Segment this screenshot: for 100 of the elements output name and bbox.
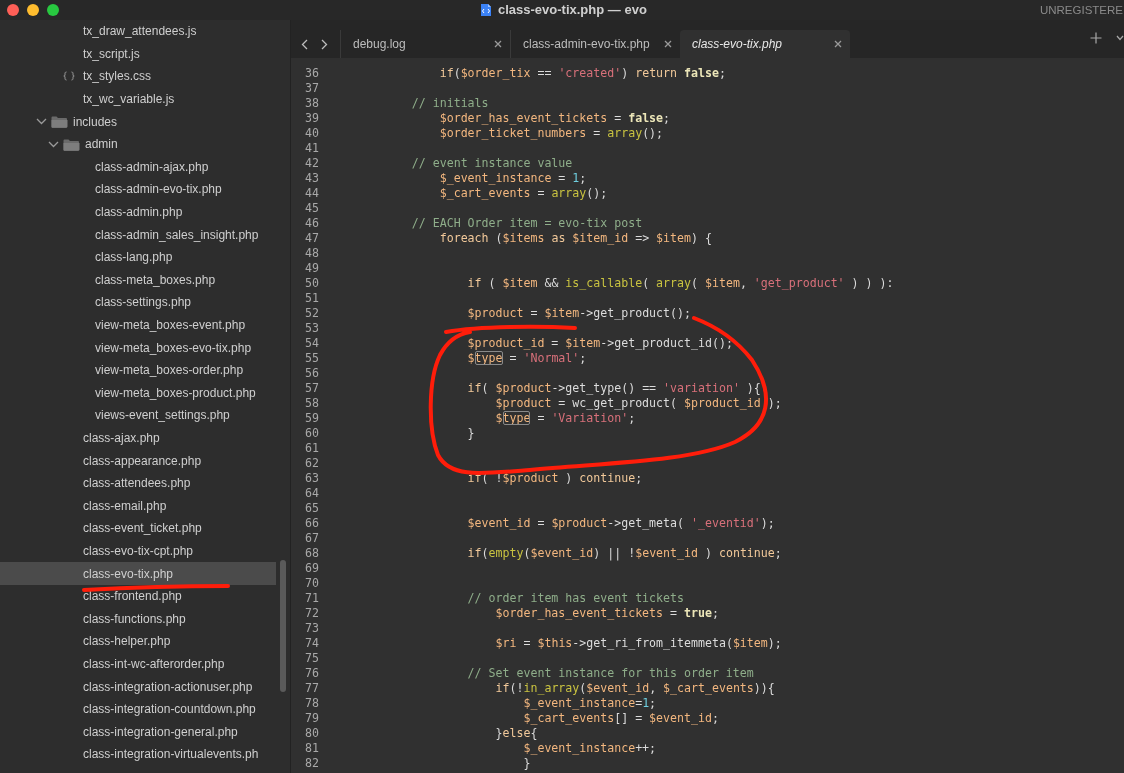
minimize-button[interactable]: [27, 4, 39, 16]
line-number: 67: [304, 531, 319, 546]
file-item[interactable]: views-event_settings.php: [0, 404, 276, 427]
scrollbar-thumb[interactable]: [280, 560, 286, 692]
code-line: $_event_instance=1;: [319, 696, 657, 711]
code-line: $_cart_events = array();: [319, 186, 608, 201]
file-item[interactable]: class-admin-ajax.php: [0, 155, 276, 179]
file-item[interactable]: class-evo-tix.php: [0, 562, 276, 585]
file-item[interactable]: view-meta_boxes-event.php: [0, 313, 276, 337]
code-line: // initials: [319, 96, 489, 111]
line-number: 50: [304, 276, 319, 291]
line-number: 79: [304, 711, 319, 726]
zoom-button[interactable]: [47, 4, 59, 16]
file-item[interactable]: tx_styles.css: [0, 65, 276, 88]
code-line: $product = wc_get_product( $product_id );: [319, 396, 782, 411]
chevron-icon[interactable]: [36, 118, 47, 126]
line-number: 77: [304, 681, 319, 696]
line-number: 60: [304, 426, 319, 441]
file-item[interactable]: tx_wc_variable.js: [0, 87, 276, 111]
line-number: 40: [304, 126, 319, 141]
line-number: 63: [304, 471, 319, 486]
file-item[interactable]: class-admin-evo-tix.php: [0, 178, 276, 201]
line-number: 68: [304, 546, 319, 561]
line-number: 42: [304, 156, 319, 171]
line-number: 73: [304, 621, 319, 636]
close-icon: [494, 40, 502, 48]
braces-icon: [63, 71, 75, 82]
folder-icon: [51, 115, 68, 129]
line-number: 80: [304, 726, 319, 741]
code-line: }else{: [319, 726, 538, 741]
code-line: $ri = $this->get_ri_from_itemmeta($item);: [319, 636, 782, 651]
line-number: 62: [304, 456, 319, 471]
line-number: 43: [304, 171, 319, 186]
line-number: 55: [304, 351, 319, 366]
code-line: foreach ($items as $item_id => $item) {: [319, 231, 712, 246]
line-number: 61: [304, 441, 319, 456]
file-item[interactable]: class-ajax.php: [0, 426, 276, 450]
code-line: // event instance value: [319, 156, 573, 171]
folder-item[interactable]: admin: [0, 132, 276, 156]
file-item[interactable]: class-event_ticket.php: [0, 517, 276, 540]
line-number: 72: [304, 606, 319, 621]
file-item[interactable]: class-admin_sales_insight.php: [0, 223, 276, 246]
file-item[interactable]: class-helper.php: [0, 630, 276, 653]
file-item[interactable]: view-meta_boxes-order.php: [0, 358, 276, 382]
close-tab-button[interactable]: [834, 40, 842, 48]
line-number: 48: [304, 246, 319, 261]
file-item[interactable]: view-meta_boxes-product.php: [0, 381, 276, 405]
chevron-icon[interactable]: [1116, 35, 1124, 41]
file-item[interactable]: class-appearance.php: [0, 449, 276, 472]
code-line: // order item has event tickets: [319, 591, 684, 606]
forward-button[interactable]: [321, 38, 328, 50]
editor-tab[interactable]: class-evo-tix.php: [680, 30, 850, 58]
file-item[interactable]: class-integration-countdown.php: [0, 697, 276, 721]
line-number: 78: [304, 696, 319, 711]
line-number: 37: [304, 81, 319, 96]
plus-icon[interactable]: [1090, 32, 1102, 44]
line-number: 58: [304, 396, 319, 411]
file-item[interactable]: class-integration-general.php: [0, 720, 276, 743]
close-tab-button[interactable]: [664, 40, 672, 48]
file-item[interactable]: class-attendees.php: [0, 471, 276, 495]
code-line: if( $product->get_type() == 'variation' ){: [319, 381, 761, 396]
code-line: if($order_tix == 'created') return false;: [319, 66, 726, 81]
file-item[interactable]: class-settings.php: [0, 291, 276, 314]
code-line: }: [319, 426, 475, 441]
file-item[interactable]: tx_script.js: [0, 42, 276, 66]
code-line: $order_has_event_tickets = true;: [319, 606, 719, 621]
file-item[interactable]: view-meta_boxes-evo-tix.php: [0, 336, 276, 359]
code-line: $order_has_event_tickets = false;: [319, 111, 671, 126]
line-number: 44: [304, 186, 319, 201]
file-item[interactable]: class-lang.php: [0, 245, 276, 269]
line-number: 46: [304, 216, 319, 231]
close-tab-button[interactable]: [494, 40, 502, 48]
close-button[interactable]: [7, 4, 19, 16]
chevron-icon[interactable]: [48, 140, 59, 148]
file-item[interactable]: class-evo-tix-cpt.php: [0, 539, 276, 563]
line-number: 52: [304, 306, 319, 321]
file-item[interactable]: class-int-wc-afterorder.php: [0, 652, 276, 676]
code-line: if(!in_array($event_id, $_cart_events)){: [319, 681, 775, 696]
file-item[interactable]: class-admin.php: [0, 200, 276, 224]
file-item[interactable]: tx_draw_attendees.js: [0, 20, 276, 43]
file-item[interactable]: class-integration-actionuser.php: [0, 675, 276, 698]
file-item[interactable]: class-frontend.php: [0, 584, 276, 608]
line-number: 56: [304, 366, 319, 381]
file-item[interactable]: class-meta_boxes.php: [0, 268, 276, 292]
file-item[interactable]: class-email.php: [0, 494, 276, 518]
back-button[interactable]: [301, 38, 308, 50]
close-icon: [834, 40, 842, 48]
line-number: 36: [304, 66, 319, 81]
line-number: 69: [304, 561, 319, 576]
code-line: // Set event instance for this order item: [319, 666, 754, 681]
code-line: $_event_instance = 1;: [319, 171, 587, 186]
folder-item[interactable]: includes: [0, 110, 276, 133]
line-number: 57: [304, 381, 319, 396]
line-number: 51: [304, 291, 319, 306]
file-item[interactable]: class-integration-virtualevents.ph: [0, 743, 276, 766]
code-line: }: [319, 756, 531, 771]
file-item[interactable]: class-functions.php: [0, 607, 276, 631]
line-number: 82: [304, 756, 319, 771]
line-number: 59: [304, 411, 319, 426]
line-number: 66: [304, 516, 319, 531]
